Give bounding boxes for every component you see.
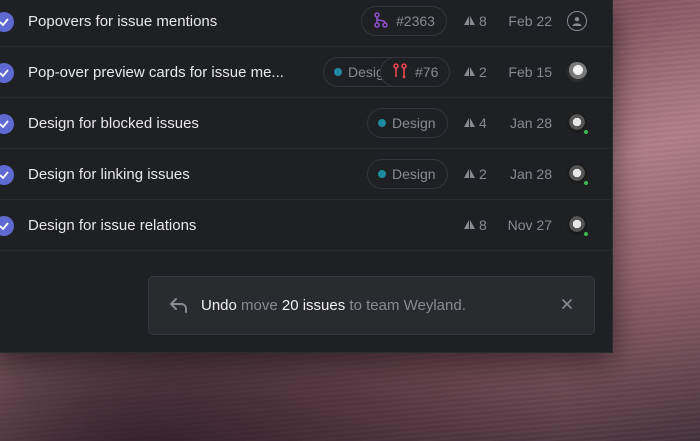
issue-date: Nov 27 bbox=[507, 217, 552, 233]
priority-icon bbox=[463, 217, 476, 233]
pull-request-pill[interactable]: #76 bbox=[380, 57, 451, 87]
online-status-icon bbox=[582, 179, 590, 187]
empty-avatar-icon[interactable] bbox=[567, 11, 587, 31]
issue-row[interactable]: Popovers for issue mentions #2363 8 Feb … bbox=[0, 0, 612, 47]
toast-text-part: move bbox=[236, 297, 282, 314]
undo-button[interactable]: Undo bbox=[201, 297, 237, 314]
priority-value: 2 bbox=[479, 166, 487, 182]
issue-title[interactable]: Popovers for issue mentions bbox=[28, 13, 217, 30]
done-check-icon bbox=[0, 216, 14, 236]
priority-icon bbox=[463, 64, 476, 80]
issue-row[interactable]: Pop-over preview cards for issue me... D… bbox=[0, 47, 612, 98]
issue-row[interactable]: Design for issue relations 8 Nov 27 bbox=[0, 200, 612, 251]
close-icon[interactable] bbox=[560, 297, 574, 311]
pull-request-number: #76 bbox=[415, 64, 439, 80]
done-check-icon bbox=[0, 63, 14, 83]
priority[interactable]: 2 bbox=[463, 166, 487, 182]
toast-message: Undo move 20 issues to team Weyland. bbox=[201, 297, 466, 314]
user-avatar[interactable] bbox=[567, 164, 590, 187]
issue-row[interactable]: Design for linking issues Design 2 Jan 2… bbox=[0, 149, 612, 200]
issue-row[interactable]: Design for blocked issues Design 4 Jan 2… bbox=[0, 98, 612, 149]
label-pill[interactable]: Design bbox=[367, 108, 448, 138]
issue-count: 20 issues bbox=[281, 297, 346, 314]
git-branch-icon bbox=[372, 11, 390, 32]
pull-request-pill[interactable]: #2363 bbox=[361, 6, 447, 36]
priority-value: 2 bbox=[479, 64, 487, 80]
label-name: Design bbox=[392, 115, 436, 131]
toast-text-part: to team Weyland. bbox=[345, 297, 466, 314]
priority[interactable]: 8 bbox=[463, 217, 487, 233]
online-status-icon bbox=[582, 128, 590, 136]
issue-date: Jan 28 bbox=[509, 115, 552, 131]
user-avatar[interactable] bbox=[567, 62, 587, 82]
issue-date: Feb 15 bbox=[508, 64, 552, 80]
label-dot-icon bbox=[334, 68, 342, 76]
label-name: Desig bbox=[348, 64, 384, 80]
undo-arrow-icon[interactable] bbox=[169, 296, 189, 319]
git-merge-icon bbox=[391, 62, 409, 83]
priority-value: 8 bbox=[479, 13, 487, 29]
issue-title[interactable]: Design for blocked issues bbox=[28, 115, 199, 132]
issue-date: Jan 28 bbox=[509, 166, 552, 182]
issue-date: Feb 22 bbox=[508, 13, 552, 29]
priority[interactable]: 2 bbox=[463, 64, 487, 80]
undo-toast: Undo move 20 issues to team Weyland. bbox=[148, 276, 595, 335]
priority[interactable]: 4 bbox=[463, 115, 487, 131]
label-name: Design bbox=[392, 166, 436, 182]
issue-list-window: Popovers for issue mentions #2363 8 Feb … bbox=[0, 0, 613, 353]
label-pill[interactable]: Design bbox=[367, 159, 448, 189]
priority-value: 4 bbox=[479, 115, 487, 131]
priority[interactable]: 8 bbox=[463, 13, 487, 29]
priority-icon bbox=[463, 166, 476, 182]
issue-title[interactable]: Design for linking issues bbox=[28, 166, 190, 183]
done-check-icon bbox=[0, 114, 14, 134]
done-check-icon bbox=[0, 12, 14, 32]
user-avatar[interactable] bbox=[567, 113, 590, 136]
label-dot-icon bbox=[378, 170, 386, 178]
priority-icon bbox=[463, 13, 476, 29]
priority-value: 8 bbox=[479, 217, 487, 233]
issue-title[interactable]: Pop-over preview cards for issue me... bbox=[28, 64, 313, 81]
issue-title[interactable]: Design for issue relations bbox=[28, 217, 196, 234]
done-check-icon bbox=[0, 165, 14, 185]
user-avatar[interactable] bbox=[567, 215, 590, 238]
online-status-icon bbox=[582, 230, 590, 238]
pull-request-number: #2363 bbox=[396, 13, 435, 29]
priority-icon bbox=[463, 115, 476, 131]
label-dot-icon bbox=[378, 119, 386, 127]
